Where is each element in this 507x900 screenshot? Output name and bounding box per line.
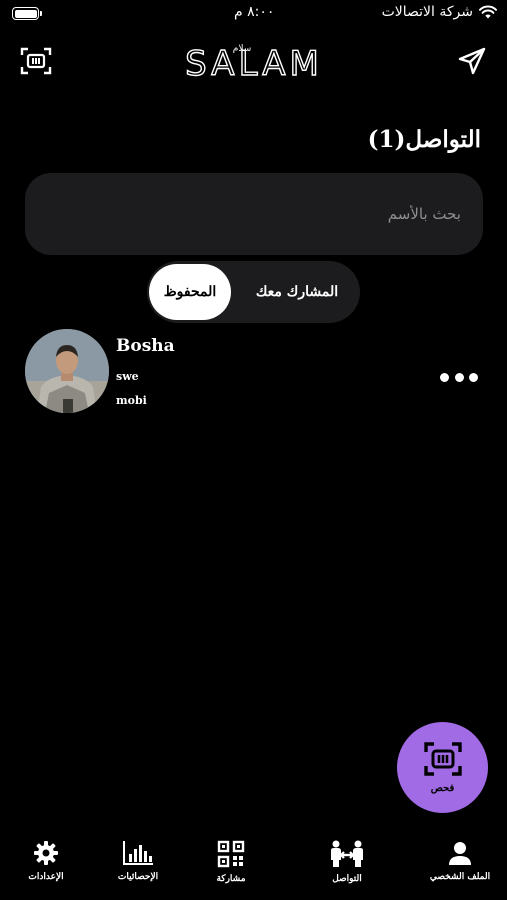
tab-profile[interactable]: الملف الشخصي	[420, 840, 500, 882]
tab-label: الإعدادات	[28, 872, 64, 882]
list-item[interactable]: Bosha swe mobi	[0, 326, 507, 416]
qr-code-icon	[217, 840, 245, 868]
battery-icon	[12, 7, 42, 20]
person-icon	[449, 842, 471, 865]
tab-share[interactable]: مشاركة	[191, 840, 271, 884]
tab-label: الإحصائيات	[117, 872, 159, 882]
tab-shared-with-you[interactable]: المشارك معك	[242, 264, 352, 320]
tab-saved[interactable]: المحفوظ	[149, 264, 231, 320]
page-title: التواصل(1)	[367, 126, 481, 153]
scan-button[interactable]	[20, 46, 52, 76]
wifi-icon	[479, 5, 497, 19]
avatar	[25, 329, 109, 413]
carrier-name: شركة الاتصالات	[381, 4, 473, 20]
app-header: SALAM سلام	[0, 36, 507, 88]
status-time: ٨:٠٠ م	[234, 4, 275, 20]
scan-frame-icon	[423, 742, 462, 776]
tab-label: مشاركة	[216, 874, 246, 884]
fab-label: فحص	[430, 783, 455, 794]
connect-people-icon	[331, 840, 363, 867]
logo-text: SALAM	[185, 44, 323, 82]
search-box[interactable]	[25, 173, 483, 255]
paper-plane-icon	[458, 47, 486, 75]
contact-name: Bosha	[116, 336, 175, 356]
scan-frame-icon	[20, 47, 52, 75]
salam-logo: SALAM سلام	[168, 38, 340, 84]
tab-settings[interactable]: الإعدادات	[6, 840, 86, 882]
tab-statistics[interactable]: الإحصائيات	[98, 840, 178, 882]
contact-company: mobi	[116, 394, 147, 407]
search-input[interactable]	[25, 173, 483, 255]
carrier-info: شركة الاتصالات	[382, 4, 497, 20]
tab-label: الملف الشخصي	[429, 872, 491, 882]
tab-label: التواصل	[332, 874, 362, 884]
gear-icon	[34, 841, 58, 865]
tab-connections[interactable]: التواصل	[307, 840, 387, 884]
logo-script: سلام	[233, 44, 251, 54]
contact-title: swe	[116, 370, 139, 383]
more-options-icon[interactable]	[440, 370, 478, 384]
status-bar: ٨:٠٠ م شركة الاتصالات	[0, 0, 507, 28]
segmented-control: المحفوظ المشارك معك	[147, 261, 360, 323]
send-button[interactable]	[457, 46, 487, 76]
scan-fab-button[interactable]: فحص	[397, 722, 488, 813]
bar-chart-icon	[123, 841, 153, 865]
bottom-tab-bar: الإعدادات الإحصائيات مشاركة التواصل المل…	[0, 832, 507, 900]
